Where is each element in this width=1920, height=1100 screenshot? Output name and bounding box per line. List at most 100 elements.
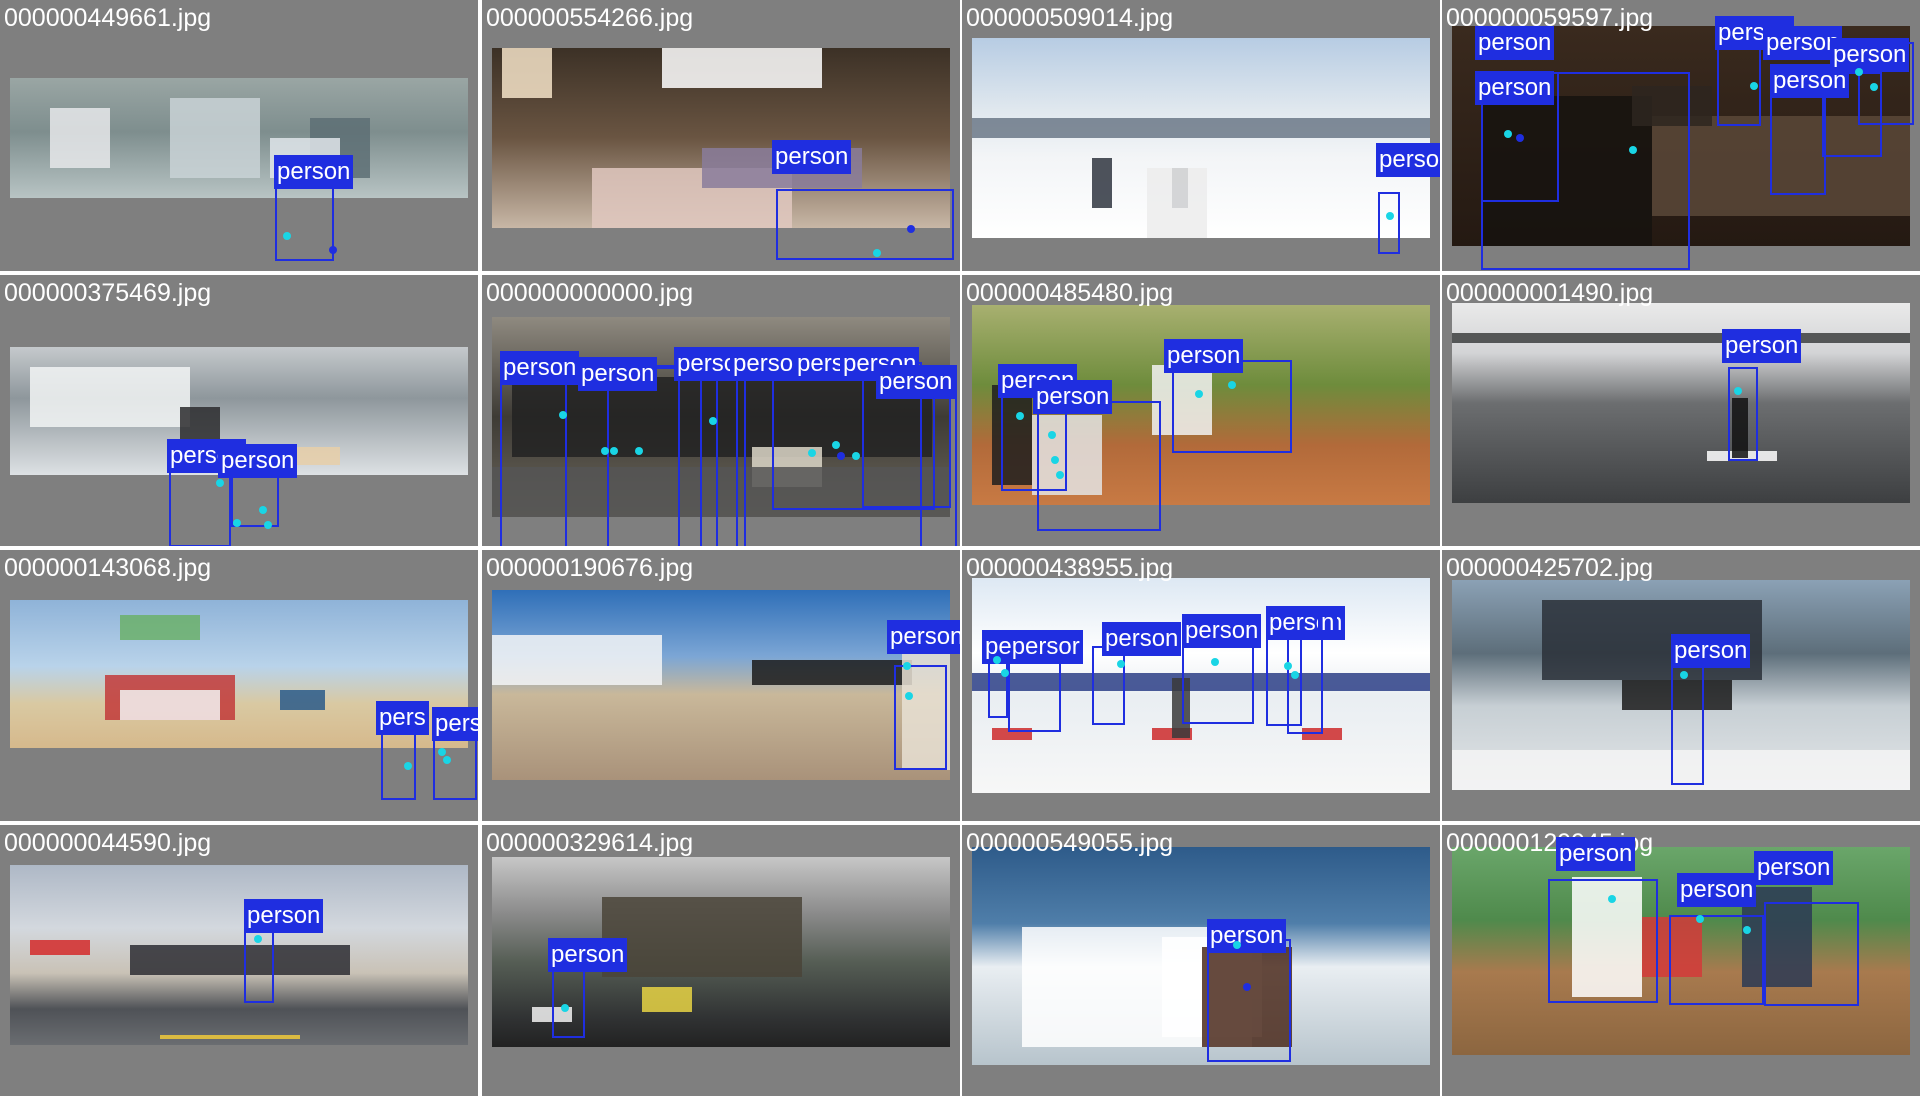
keypoint xyxy=(907,225,915,233)
detection-box xyxy=(1092,646,1125,725)
scene-shape xyxy=(280,690,325,710)
photo xyxy=(972,847,1430,1065)
keypoint xyxy=(808,449,816,457)
detection-box xyxy=(552,962,585,1038)
scene-shape xyxy=(1092,158,1112,208)
keypoint xyxy=(1056,471,1064,479)
keypoint xyxy=(837,452,845,460)
keypoint xyxy=(1051,456,1059,464)
detection-label: person xyxy=(1475,26,1555,60)
filename-label: 000000190676.jpg xyxy=(486,554,694,582)
image-tile[interactable]: 000000554266.jpg person xyxy=(482,0,960,271)
image-tile[interactable]: 000000190676.jpg person xyxy=(482,550,960,821)
filename-label: 000000001490.jpg xyxy=(1446,279,1654,307)
image-tile[interactable]: 000000329614.jpg person xyxy=(482,825,960,1096)
keypoint xyxy=(993,656,1001,664)
scene-shape xyxy=(1452,333,1910,343)
keypoint xyxy=(1233,941,1241,949)
keypoint xyxy=(1696,915,1704,923)
keypoint xyxy=(1855,68,1863,76)
scene-shape xyxy=(492,635,662,685)
image-tile[interactable]: 000000425702.jpg person xyxy=(1442,550,1920,821)
image-tile[interactable]: 000000044590.jpg person xyxy=(0,825,478,1096)
keypoint xyxy=(1228,381,1236,389)
scene-shape xyxy=(170,98,260,178)
scene-shape xyxy=(502,48,552,98)
detection-label: person xyxy=(1754,851,1834,885)
keypoint xyxy=(233,519,241,527)
keypoint xyxy=(635,447,643,455)
detection-label: pers xyxy=(376,701,429,735)
detection-label: person xyxy=(887,620,960,654)
keypoint xyxy=(559,411,567,419)
keypoint xyxy=(1750,82,1758,90)
detection-box xyxy=(1287,636,1323,734)
filename-label: 000000485480.jpg xyxy=(966,279,1174,307)
detection-box xyxy=(1008,653,1061,732)
image-tile[interactable]: 000000059597.jpg person person person person… xyxy=(1442,0,1920,271)
detection-box xyxy=(433,734,477,800)
detection-box xyxy=(776,189,954,260)
detection-label: person xyxy=(1102,622,1182,656)
image-tile[interactable]: 000000449661.jpg person xyxy=(0,0,478,271)
photo xyxy=(1452,303,1910,503)
detection-label: person xyxy=(548,938,628,972)
filename-label: 000000000000.jpg xyxy=(486,279,694,307)
detection-box xyxy=(1548,879,1658,1003)
keypoint xyxy=(561,1004,569,1012)
keypoint xyxy=(1743,926,1751,934)
photo xyxy=(492,590,950,780)
image-tile[interactable]: 000000375469.jpg person person xyxy=(0,275,478,546)
keypoint xyxy=(329,246,337,254)
image-tile[interactable]: 000000485480.jpgpersonpersonperson xyxy=(962,275,1440,546)
keypoint xyxy=(438,748,446,756)
image-tile[interactable]: 000000129945.jpg person person person xyxy=(1442,825,1920,1096)
image-tile[interactable]: 000000143068.jpg persperson xyxy=(0,550,478,821)
image-tile[interactable]: 000000549055.jpg person xyxy=(962,825,1440,1096)
scene-shape xyxy=(30,367,190,427)
keypoint xyxy=(216,479,224,487)
scene-shape xyxy=(602,897,802,977)
scene-shape xyxy=(642,987,692,1012)
keypoint xyxy=(601,447,609,455)
filename-label: 000000143068.jpg xyxy=(4,554,212,582)
detection-box xyxy=(894,665,947,770)
keypoint xyxy=(1504,130,1512,138)
scene-shape xyxy=(50,108,110,168)
keypoint xyxy=(1195,390,1203,398)
filename-label: 000000449661.jpg xyxy=(4,4,212,32)
photo xyxy=(972,38,1430,238)
detection-label: person xyxy=(578,357,658,391)
filename-label: 000000044590.jpg xyxy=(4,829,212,857)
scene-shape xyxy=(120,690,220,720)
detection-box xyxy=(678,379,738,546)
detection-label: person xyxy=(1207,919,1287,953)
image-tile[interactable]: 000000001490.jpg person xyxy=(1442,275,1920,546)
keypoint xyxy=(443,756,451,764)
filename-label: 000000329614.jpg xyxy=(486,829,694,857)
keypoint xyxy=(1629,146,1637,154)
image-tile[interactable]: 000000438955.jpg pepersor person person pers… xyxy=(962,550,1440,821)
keypoint xyxy=(264,521,272,529)
keypoint xyxy=(1001,669,1009,677)
keypoint xyxy=(1516,134,1524,142)
filename-label: 000000375469.jpg xyxy=(4,279,212,307)
keypoint xyxy=(1243,983,1251,991)
detection-grid: 000000449661.jpg person 000000554266.jpg pe… xyxy=(0,0,1920,1100)
detection-label: person xyxy=(274,155,354,189)
filename-label: 000000509014.jpg xyxy=(966,4,1174,32)
photo xyxy=(10,78,468,198)
detection-label: person xyxy=(1556,837,1636,871)
keypoint xyxy=(259,506,267,514)
scene-shape xyxy=(120,615,200,640)
keypoint xyxy=(832,441,840,449)
detection-label: person xyxy=(1033,380,1113,414)
image-tile[interactable]: 000000509014.jpg person xyxy=(962,0,1440,271)
detection-label: person xyxy=(1182,614,1262,648)
detection-box xyxy=(1207,939,1291,1062)
filename-label: 000000438955.jpg xyxy=(966,554,1174,582)
detection-label: person xyxy=(500,351,580,385)
keypoint xyxy=(709,417,717,425)
image-tile[interactable]: 000000000000.jpg person person person person… xyxy=(482,275,960,546)
keypoint xyxy=(283,232,291,240)
